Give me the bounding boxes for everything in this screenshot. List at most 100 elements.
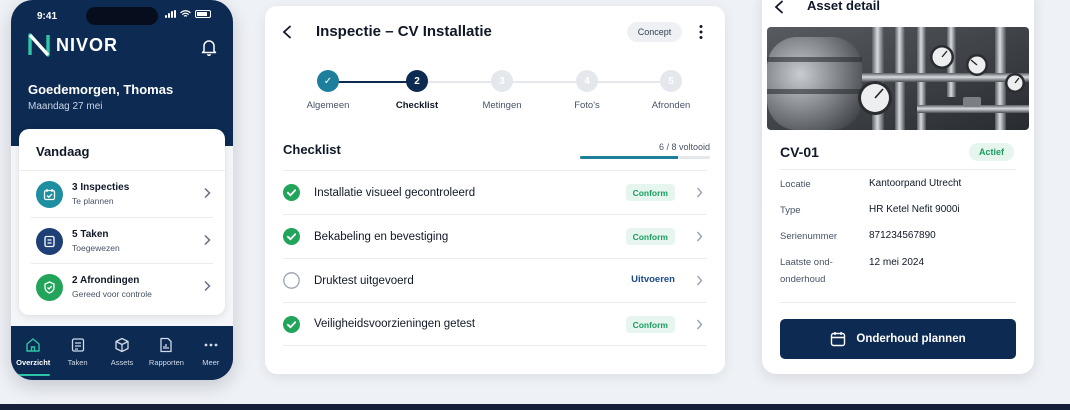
divider [780,302,1016,303]
tab-taken[interactable]: Taken [55,326,99,380]
bottom-tab-bar: Overzicht Taken Assets Rapporten Meer [11,326,233,380]
checklist-item-label: Bekabeling en bevestiging [314,230,449,243]
item-subtitle: Gereed voor controle [72,289,152,299]
check-circle-icon [283,184,300,201]
property-value: 12 mei 2024 [869,257,925,268]
bottom-strip [0,404,1070,410]
status-icons [165,10,211,18]
item-title: 5 Taken [72,229,109,240]
tab-rapporten[interactable]: Rapporten [144,326,188,380]
active-tab-indicator [16,374,51,376]
section-title: Checklist [283,142,341,157]
wifi-icon [180,10,191,17]
more-vertical-icon[interactable] [698,24,704,40]
tab-assets[interactable]: Assets [100,326,144,380]
chevron-right-icon [204,280,211,292]
boiler-gauges-photo [767,27,1029,130]
property-value: HR Ketel Nefit 9000i [869,204,960,215]
divider [780,169,1016,170]
task-list-icon [36,227,63,255]
item-subtitle: Te plannen [72,196,114,206]
empty-circle-icon [283,272,300,289]
property-value: Kantoorpand Utrecht [869,178,962,189]
chevron-right-icon [696,231,703,242]
tab-label: Meer [202,358,220,367]
phone-notch [86,7,158,25]
today-item-taken[interactable]: 5 Taken Toegewezen [19,218,225,264]
asset-name: CV-01 [780,144,819,160]
progress-label: 6 / 8 voltooid [658,142,710,152]
greeting: Goedemorgen, Thomas [28,82,174,97]
step-label: Metingen [482,100,522,111]
property-label: Serienummer [780,231,838,242]
status-badge: Conform [625,184,675,201]
status-badge: Conform [625,228,675,245]
today-item-inspecties[interactable]: 3 Inspecties Te plannen [19,171,225,217]
chevron-right-icon [204,187,211,199]
step-number: 2 [406,70,428,92]
checklist-row[interactable]: Bekabeling en bevestiging Conform [283,214,707,258]
page-title: Asset detail [807,0,880,13]
progress-stepper: ✓ Algemeen 2 Checklist 3 Metingen 4 Foto… [265,70,725,122]
home-icon [26,338,40,352]
tab-label: Taken [67,358,88,367]
step-label: Checklist [395,100,439,111]
check-shield-icon [36,273,63,301]
report-icon [160,337,173,353]
chevron-right-icon [696,319,703,330]
checklist-item-label: Veiligheidsvoorzieningen getest [314,318,476,330]
tab-meer[interactable]: Meer [189,326,233,380]
nivor-logo-icon [28,33,50,57]
step-metingen[interactable]: 3 Metingen [462,70,542,111]
step-check-icon: ✓ [317,70,339,92]
checklist-row[interactable]: Druktest uitgevoerd Uitvoeren [283,258,707,302]
property-label: Laatste ond- onderhoud [780,257,833,285]
property-label: Locatie [780,179,811,190]
item-title: 3 Inspecties [72,182,130,193]
step-fotos[interactable]: 4 Foto's [547,70,627,111]
step-number: 5 [660,70,682,92]
tab-label: Overzicht [16,358,51,367]
asset-detail-card: Asset detail CV-01 Actief Locatie Kantoo… [762,0,1034,374]
check-circle-icon [283,315,300,333]
property-label: Type [780,205,801,216]
item-title: 2 Afrondingen [72,275,140,286]
schedule-maintenance-button[interactable]: Onderhoud plannen [780,319,1016,359]
today-item-afrondingen[interactable]: 2 Afrondingen Gereed voor controle [19,264,225,310]
brand-name: NIVOR [56,34,119,55]
checklist-item-label: Druktest uitgevoerd [314,274,414,287]
bell-icon[interactable] [201,38,217,56]
chevron-right-icon [696,275,703,286]
today-card: Vandaag 3 Inspecties Te plannen 5 Taken … [19,129,225,315]
checklist-item-label: Installatie visueel gecontroleerd [314,186,476,199]
current-date: Maandag 27 mei [28,101,103,112]
step-algemeen[interactable]: ✓ Algemeen [288,70,368,111]
inspection-card: Inspectie – CV Installatie Concept ✓ Alg… [265,6,725,374]
back-arrow-icon[interactable] [281,25,293,39]
step-number: 4 [576,70,598,92]
step-label: Foto's [574,100,600,111]
back-arrow-icon[interactable] [774,0,784,14]
step-number: 3 [491,70,513,92]
brand-logo: NIVOR [28,33,118,57]
step-label: Afronden [651,100,691,111]
property-value: 871234567890 [869,230,936,241]
page-title: Inspectie – CV Installatie [316,23,492,40]
status-badge: Conform [625,316,675,333]
step-afronden[interactable]: 5 Afronden [631,70,711,111]
tab-overzicht[interactable]: Overzicht [11,326,55,380]
today-title: Vandaag [36,144,90,159]
status-badge: Actief [969,143,1015,161]
calendar-icon [831,332,846,347]
checklist-row[interactable]: Installatie visueel gecontroleerd Confor… [283,170,707,214]
checklist-row[interactable]: Veiligheidsvoorzieningen getest Conform [283,302,707,346]
tasks-icon [71,338,84,352]
step-label: Algemeen [306,100,350,111]
execute-link[interactable]: Uitvoeren [631,274,675,285]
box-icon [115,337,129,353]
mobile-app-screen: 9:41 NIVOR Goedemorgen, Thomas Maandag 2… [11,0,233,380]
check-circle-icon [283,228,300,245]
button-label: Onderhoud plannen [856,333,966,345]
step-checklist[interactable]: 2 Checklist [377,70,457,111]
calendar-check-icon [36,180,63,208]
